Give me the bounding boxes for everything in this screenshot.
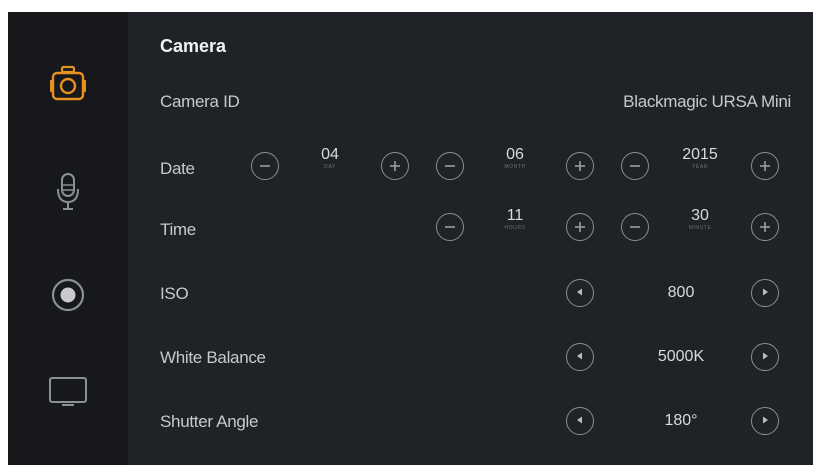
camera-id-value[interactable]: Blackmagic URSA Mini [623,92,791,112]
plus-icon [574,160,586,172]
day-stepper-value: 04 DAY [300,146,360,171]
hours-stepper-value: 11 HOURS [485,207,545,232]
white-balance-next-button[interactable] [751,343,779,371]
shutter-angle-prev-button[interactable] [566,407,594,435]
hours-increment-button[interactable] [566,213,594,241]
monitor-icon [48,376,88,408]
camera-settings-screen: Camera Camera ID Blackmagic URSA Mini Da… [8,12,813,465]
minus-icon [444,221,456,233]
minutes-value: 30 [691,207,709,224]
camera-id-label: Camera ID [160,92,240,111]
shutter-angle-value: 180° [664,412,698,429]
year-stepper-value: 2015 YEAR [670,146,730,171]
month-value: 06 [506,146,524,163]
time-label: Time [160,220,196,239]
minus-icon [629,160,641,172]
record-icon [50,277,86,313]
year-decrement-button[interactable] [621,152,649,180]
triangle-right-icon [760,412,770,430]
minutes-increment-button[interactable] [751,213,779,241]
month-stepper-value: 06 MONTH [485,146,545,171]
sidebar [8,12,128,465]
iso-label: ISO [160,284,189,303]
hours-value: 11 [506,207,524,224]
minutes-stepper-value: 30 MINUTE [670,207,730,232]
day-increment-button[interactable] [381,152,409,180]
page-title: Camera [160,36,227,56]
white-balance-value: 5000K [657,348,705,365]
year-increment-button[interactable] [751,152,779,180]
plus-icon [574,221,586,233]
iso-value: 800 [667,284,695,301]
plus-icon [759,160,771,172]
sidebar-item-audio[interactable] [8,152,128,232]
plus-icon [759,221,771,233]
minus-icon [259,160,271,172]
microphone-icon [55,172,81,212]
shutter-angle-next-button[interactable] [751,407,779,435]
year-unit: YEAR [691,164,709,170]
sidebar-item-monitor[interactable] [8,352,128,432]
day-decrement-button[interactable] [251,152,279,180]
shutter-angle-label: Shutter Angle [160,412,259,431]
hours-decrement-button[interactable] [436,213,464,241]
day-unit: DAY [324,164,336,170]
triangle-left-icon [575,348,585,366]
settings-panel: Camera Camera ID Blackmagic URSA Mini Da… [128,12,813,465]
camera-icon [50,65,86,103]
date-label: Date [160,159,195,178]
iso-prev-button[interactable] [566,279,594,307]
plus-icon [389,160,401,172]
day-value: 04 [321,146,339,163]
triangle-right-icon [760,284,770,302]
white-balance-label: White Balance [160,348,266,367]
triangle-left-icon [575,284,585,302]
year-value: 2015 [682,146,718,163]
month-increment-button[interactable] [566,152,594,180]
triangle-right-icon [760,348,770,366]
iso-next-button[interactable] [751,279,779,307]
minus-icon [629,221,641,233]
minus-icon [444,160,456,172]
sidebar-item-record[interactable] [8,255,128,335]
triangle-left-icon [575,412,585,430]
minutes-unit: MINUTE [688,225,712,231]
month-unit: MONTH [504,164,526,170]
sidebar-item-camera[interactable] [8,44,128,124]
minutes-decrement-button[interactable] [621,213,649,241]
hours-unit: HOURS [504,225,526,231]
white-balance-prev-button[interactable] [566,343,594,371]
month-decrement-button[interactable] [436,152,464,180]
